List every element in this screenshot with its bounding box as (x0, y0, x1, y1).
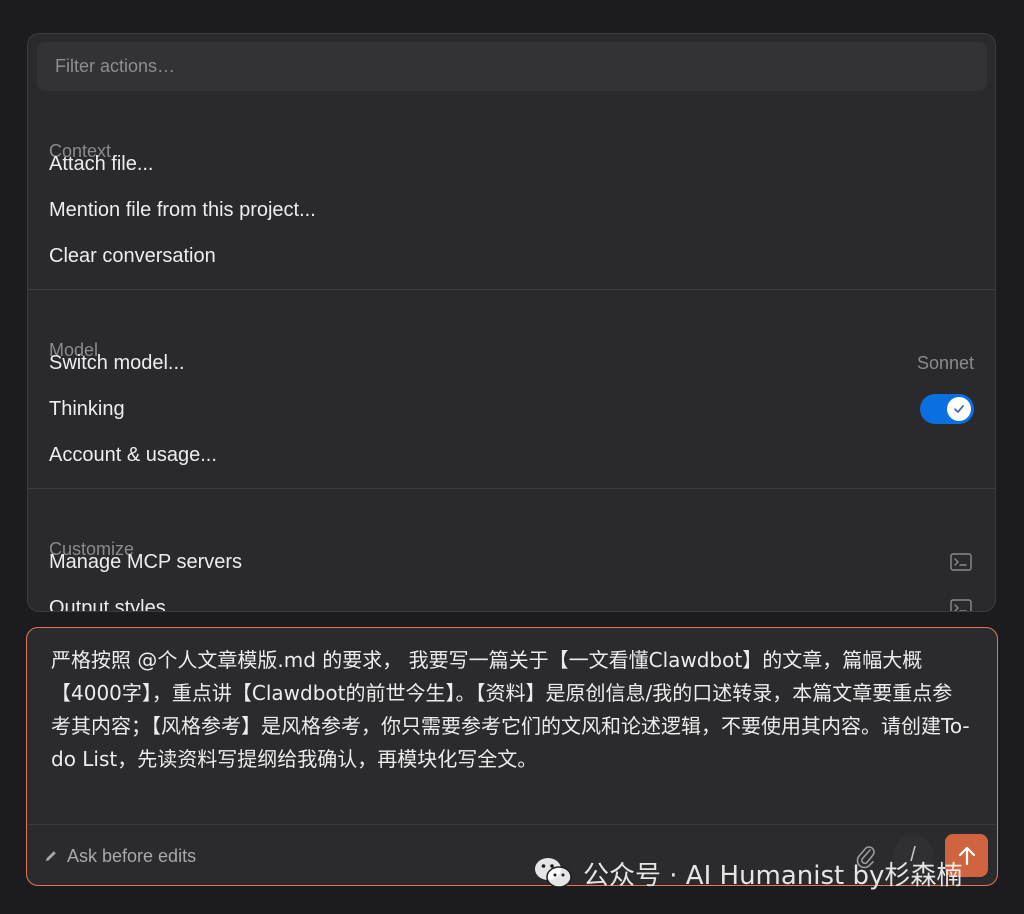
current-model-value: Sonnet (916, 353, 974, 373)
output-styles-label: Output styles (49, 597, 166, 612)
terminal-icon (950, 553, 972, 571)
section-divider (28, 488, 995, 489)
thinking-toggle[interactable] (920, 394, 974, 424)
menu-item-attach-file[interactable]: Attach file... (49, 147, 974, 181)
watermark-text: 公众号 · AI Humanist by杉森楠 (583, 860, 963, 891)
action-menu: Filter actions… Context Attach file... M… (27, 33, 996, 612)
filter-actions-input[interactable]: Filter actions… (37, 42, 987, 91)
checkmark-icon (954, 405, 964, 413)
menu-item-clear-conversation[interactable]: Clear conversation (49, 239, 974, 273)
watermark: 公众号 · AI Humanist by杉森楠 (533, 853, 962, 893)
menu-item-mention-file[interactable]: Mention file from this project... (49, 193, 974, 227)
pencil-icon (46, 851, 56, 861)
terminal-icon (950, 599, 972, 611)
toggle-knob (947, 397, 971, 421)
thinking-label: Thinking (49, 398, 125, 420)
composer-divider (27, 824, 997, 825)
menu-item-switch-model[interactable]: Switch model... Sonnet (49, 346, 974, 380)
menu-item-output-styles[interactable]: Output styles (49, 591, 974, 612)
edit-mode-label: Ask before edits (67, 846, 197, 866)
prompt-text[interactable]: 严格按照 @个人文章模版.md 的要求， 我要写一篇关于【一文看懂Clawdbo… (51, 644, 971, 776)
menu-item-manage-mcp-servers[interactable]: Manage MCP servers (49, 545, 974, 579)
menu-item-thinking[interactable]: Thinking (49, 392, 974, 426)
wechat-icon (535, 858, 572, 888)
prompt-composer[interactable]: 严格按照 @个人文章模版.md 的要求， 我要写一篇关于【一文看懂Clawdbo… (26, 627, 998, 886)
switch-model-label: Switch model... (49, 352, 185, 374)
menu-item-account-usage[interactable]: Account & usage... (49, 438, 974, 472)
manage-mcp-label: Manage MCP servers (49, 551, 243, 573)
section-divider (28, 289, 995, 290)
edit-mode-selector[interactable]: Ask before edits (43, 843, 196, 869)
